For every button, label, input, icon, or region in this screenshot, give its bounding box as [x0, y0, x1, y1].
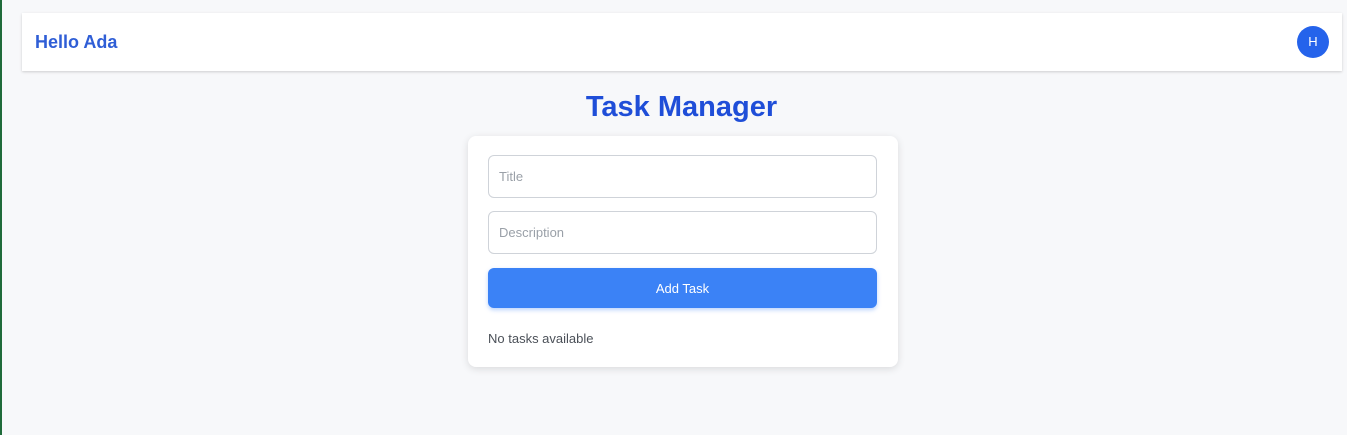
description-input[interactable]: [488, 211, 877, 254]
top-bar: Hello Ada H: [22, 13, 1342, 71]
page-title: Task Manager: [585, 91, 778, 123]
add-task-button[interactable]: Add Task: [488, 268, 877, 308]
empty-tasks-message: No tasks available: [488, 331, 594, 346]
task-form-card: Add Task No tasks available: [468, 136, 898, 367]
user-avatar[interactable]: H: [1297, 26, 1329, 58]
greeting-text: Hello Ada: [35, 32, 118, 52]
title-input[interactable]: [488, 155, 877, 198]
